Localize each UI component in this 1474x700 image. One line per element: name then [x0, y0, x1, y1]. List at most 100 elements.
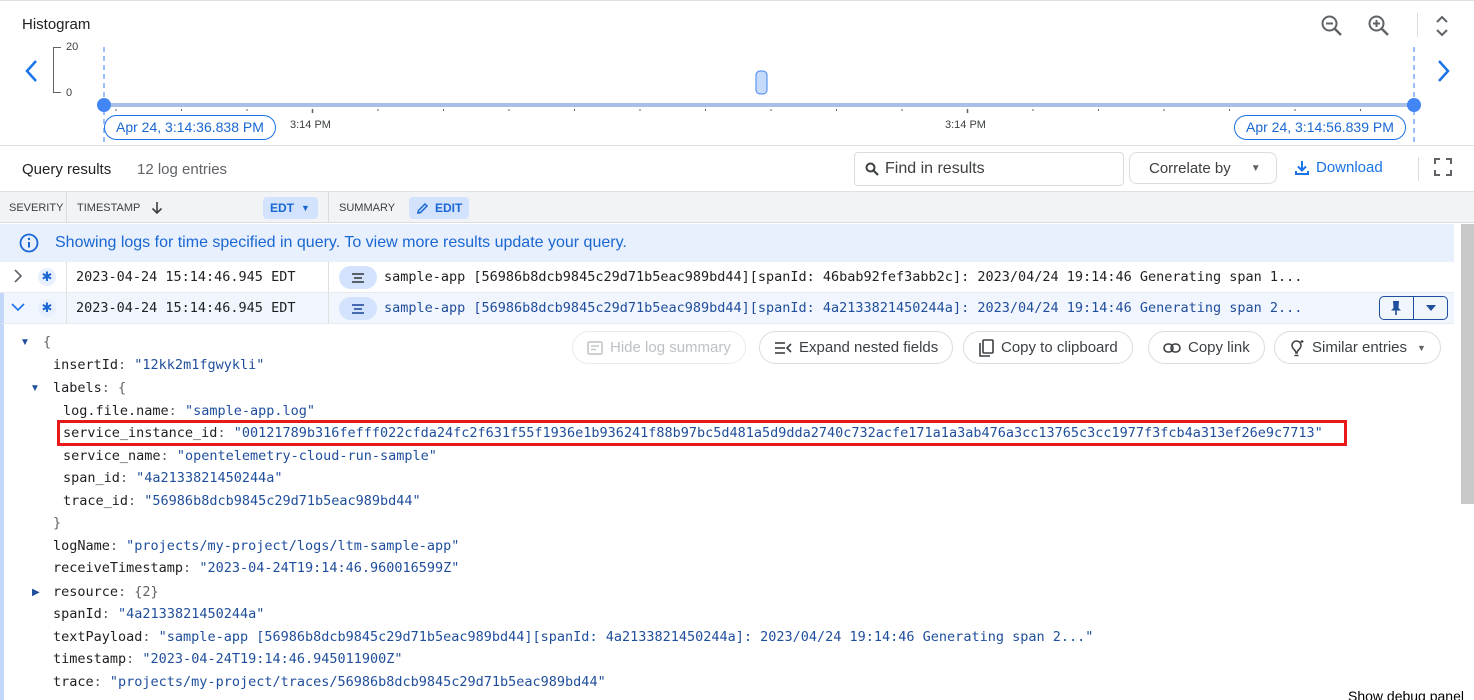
find-in-results-field[interactable] [854, 152, 1124, 186]
info-icon [19, 233, 39, 253]
caret-down-icon: ▼ [301, 203, 310, 213]
fullscreen-icon [1434, 158, 1452, 176]
copy-to-clipboard-button[interactable]: Copy to clipboard [963, 331, 1133, 364]
column-divider [66, 192, 67, 223]
timezone-chip[interactable]: EDT ▼ [263, 197, 318, 219]
correlate-by-label: Correlate by [1149, 159, 1231, 177]
results-column-header: SEVERITY TIMESTAMP EDT ▼ SUMMARY EDIT [0, 191, 1474, 223]
zoom-in-button[interactable] [1366, 13, 1392, 39]
expand-collapse-button[interactable] [1431, 13, 1453, 39]
copy-to-clipboard-label: Copy to clipboard [1001, 339, 1118, 356]
label-service-name[interactable]: service_name: "opentelemetry-cloud-run-s… [63, 448, 437, 464]
histogram-panel: Histogram 20 0 Apr 24, 3:14:36.838 PM 3:… [0, 0, 1474, 146]
row-summary: sample-app [56986b8dcb9845c29d71b5eac989… [384, 269, 1303, 285]
summary-lines-icon [339, 266, 377, 289]
row-timestamp: 2023-04-24 15:14:46.945 EDT [76, 300, 296, 316]
expand-nested-fields-button[interactable]: Expand nested fields [759, 331, 954, 364]
copy-link-button[interactable]: Copy link [1148, 331, 1265, 364]
caret-down-icon: ▼ [1417, 342, 1426, 353]
severity-default-icon: ✱ [38, 299, 56, 317]
hide-log-summary-button[interactable]: Hide log summary [572, 331, 746, 364]
field-receiveTimestamp[interactable]: receiveTimestamp: "2023-04-24T19:14:46.9… [53, 560, 459, 576]
range-start-handle[interactable] [97, 98, 111, 112]
range-end-handle[interactable] [1407, 98, 1421, 112]
copy-icon [979, 338, 994, 357]
labels-close-brace: } [53, 515, 62, 531]
field-textPayload[interactable]: textPayload: "sample-app [56986b8dcb9845… [53, 629, 1093, 645]
toolbar-divider [1417, 13, 1418, 37]
field-logName[interactable]: logName: "projects/my-project/logs/ltm-s… [53, 538, 459, 554]
field-timestamp[interactable]: timestamp: "2023-04-24T19:14:46.94501190… [53, 651, 403, 667]
column-divider [328, 293, 329, 323]
find-in-results-input[interactable] [885, 160, 1105, 178]
fullscreen-button[interactable] [1433, 157, 1453, 177]
caret-down-icon [1425, 305, 1436, 311]
results-scrollbar[interactable] [1461, 224, 1474, 504]
row-timestamp: 2023-04-24 15:14:46.945 EDT [76, 269, 296, 285]
root-open-brace: { [43, 334, 52, 350]
summary-box-icon [587, 340, 603, 355]
info-banner-text: Showing logs for time specified in query… [55, 234, 627, 251]
hide-log-summary-label: Hide log summary [610, 339, 731, 356]
column-divider [328, 262, 329, 292]
chevron-down-icon [11, 303, 25, 312]
field-insertId[interactable]: insertId: "12kk2m1fgwykli" [53, 357, 264, 373]
zoom-out-button[interactable] [1319, 13, 1345, 39]
field-labels[interactable]: labels: { [53, 380, 126, 396]
arrow-down-icon [152, 201, 163, 214]
column-divider [328, 192, 329, 223]
show-debug-panel-link[interactable]: Show debug panel [1348, 688, 1464, 700]
download-button[interactable]: Download [1294, 159, 1383, 176]
timestamp-column-header[interactable]: TIMESTAMP [77, 192, 164, 223]
row-summary: sample-app [56986b8dcb9845c29d71b5eac989… [384, 300, 1303, 316]
severity-column-header[interactable]: SEVERITY [9, 192, 63, 223]
log-row[interactable]: ✱ 2023-04-24 15:14:46.945 EDT sample-app… [0, 262, 1454, 293]
tick-label: 3:14 PM [290, 119, 331, 131]
link-icon [1163, 342, 1181, 353]
chevron-right-icon [14, 269, 23, 283]
row-actions-group [1379, 296, 1448, 320]
similar-entries-label: Similar entries [1312, 339, 1408, 356]
pin-icon [1391, 301, 1402, 315]
tick-label: 3:14 PM [945, 119, 986, 131]
unfold-icon [1436, 15, 1448, 37]
field-spanId[interactable]: spanId: "4a2133821450244a" [53, 606, 264, 622]
log-entry-count: 12 log entries [137, 161, 228, 178]
download-label: Download [1316, 159, 1383, 176]
collapse-root-toggle[interactable]: ▼ [20, 337, 30, 348]
label-trace-id[interactable]: trace_id: "56986b8dcb9845c29d71b5eac989b… [63, 493, 421, 509]
field-trace[interactable]: trace: "projects/my-project/traces/56986… [53, 674, 606, 690]
query-results-toolbar: Query results 12 log entries Correlate b… [0, 147, 1474, 191]
column-divider [66, 293, 67, 323]
info-banner: Showing logs for time specified in query… [0, 224, 1454, 262]
highlight-annotation-box [57, 420, 1347, 446]
zoom-out-icon [1321, 15, 1342, 36]
collapse-labels-toggle[interactable]: ▼ [30, 383, 40, 394]
label-log-file-name[interactable]: log.file.name: "sample-app.log" [63, 403, 315, 419]
query-results-title: Query results [22, 161, 112, 178]
severity-default-icon: ✱ [38, 268, 56, 286]
log-row-expanded[interactable]: ✱ 2023-04-24 15:14:46.945 EDT sample-app… [0, 293, 1454, 324]
caret-down-icon: ▼ [1250, 162, 1261, 174]
collapse-row-button[interactable] [10, 299, 26, 315]
range-end-pill[interactable]: Apr 24, 3:14:56.839 PM [1234, 115, 1406, 140]
field-resource[interactable]: resource: {2} [53, 584, 159, 600]
similar-entries-button[interactable]: Similar entries ▼ [1274, 331, 1441, 364]
expand-row-button[interactable] [10, 268, 26, 284]
range-start-pill[interactable]: Apr 24, 3:14:36.838 PM [104, 115, 276, 140]
expand-resource-toggle[interactable]: ▶ [32, 587, 40, 598]
lightbulb-icon [1291, 339, 1304, 356]
edit-summary-chip[interactable]: EDIT [409, 197, 470, 219]
pin-button[interactable] [1380, 297, 1413, 319]
search-icon [865, 162, 879, 176]
summary-column-header: SUMMARY [339, 201, 396, 214]
download-icon [1295, 160, 1309, 175]
copy-link-label: Copy link [1188, 339, 1250, 356]
correlate-by-dropdown[interactable]: Correlate by ▼ [1129, 152, 1277, 184]
row-menu-button[interactable] [1414, 297, 1447, 319]
timeline-ticks [115, 109, 1361, 113]
expand-nested-fields-label: Expand nested fields [799, 339, 939, 356]
expand-lines-icon [775, 341, 792, 354]
timezone-label: EDT [270, 201, 294, 215]
label-span-id[interactable]: span_id: "4a2133821450244a" [63, 470, 282, 486]
